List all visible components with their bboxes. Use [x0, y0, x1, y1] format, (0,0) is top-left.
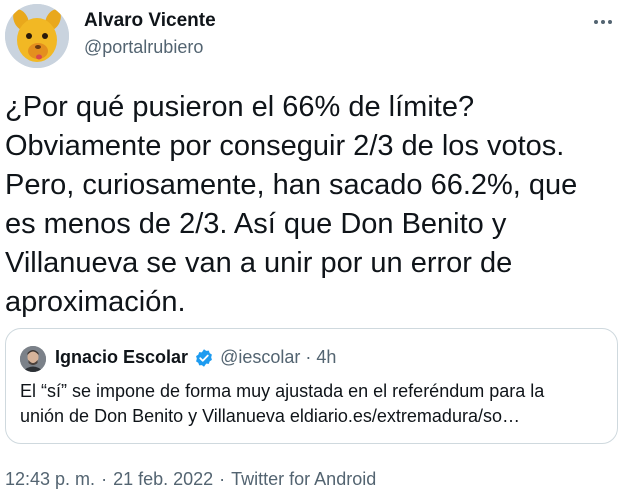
quote-timestamp: 4h [316, 347, 337, 367]
tweet-date[interactable]: 21 feb. 2022 [113, 469, 213, 490]
quote-text-line: El “sí” se impone de forma muy ajustada … [20, 381, 545, 401]
author-avatar[interactable] [5, 4, 69, 68]
verified-badge-icon [194, 348, 214, 368]
quoted-tweet[interactable]: Ignacio Escolar @iescolar · 4h El “sí” s… [5, 328, 618, 444]
tweet: Alvaro Vicente @portalrubiero ¿Por qué p… [0, 0, 622, 504]
tweet-text: ¿Por qué pusieron el 66% de límite? Obvi… [5, 88, 617, 322]
author-handle[interactable]: @portalrubiero [84, 37, 203, 58]
quote-separator: · [305, 347, 312, 367]
meta-separator: · [219, 469, 226, 489]
quote-author-avatar [20, 346, 46, 372]
tweet-meta: 12:43 p. m. · 21 feb. 2022 · Twitter for… [5, 469, 376, 490]
more-horizontal-icon [608, 20, 612, 24]
quote-author-name: Ignacio Escolar [55, 347, 189, 367]
tweet-text-line: aproximación. [5, 286, 186, 318]
more-horizontal-icon [594, 20, 598, 24]
tweet-text-line: Pero, curiosamente, han sacado 66.2%, qu… [5, 169, 578, 201]
tweet-text-line: es menos de 2/3. Así que Don Benito y [5, 208, 507, 240]
tweet-text-line: ¿Por qué pusieron el 66% de límite? [5, 91, 475, 123]
tweet-source[interactable]: Twitter for Android [231, 469, 376, 490]
tweet-text-line: Obviamente por conseguir 2/3 de los voto… [5, 130, 565, 162]
tweet-time[interactable]: 12:43 p. m. [5, 469, 95, 490]
tweet-text-line: Villanueva se van a unir por un error de [5, 247, 513, 279]
quote-text-line: unión de Don Benito y Villanueva eldiari… [20, 406, 520, 426]
more-options-button[interactable] [590, 12, 616, 32]
quote-header: Ignacio Escolar @iescolar · 4h [55, 347, 336, 368]
quote-text: El “sí” se impone de forma muy ajustada … [20, 379, 610, 429]
quote-author-handle: @iescolar [220, 347, 301, 367]
author-name[interactable]: Alvaro Vicente [84, 10, 216, 32]
meta-separator: · [101, 469, 108, 489]
more-horizontal-icon [601, 20, 605, 24]
